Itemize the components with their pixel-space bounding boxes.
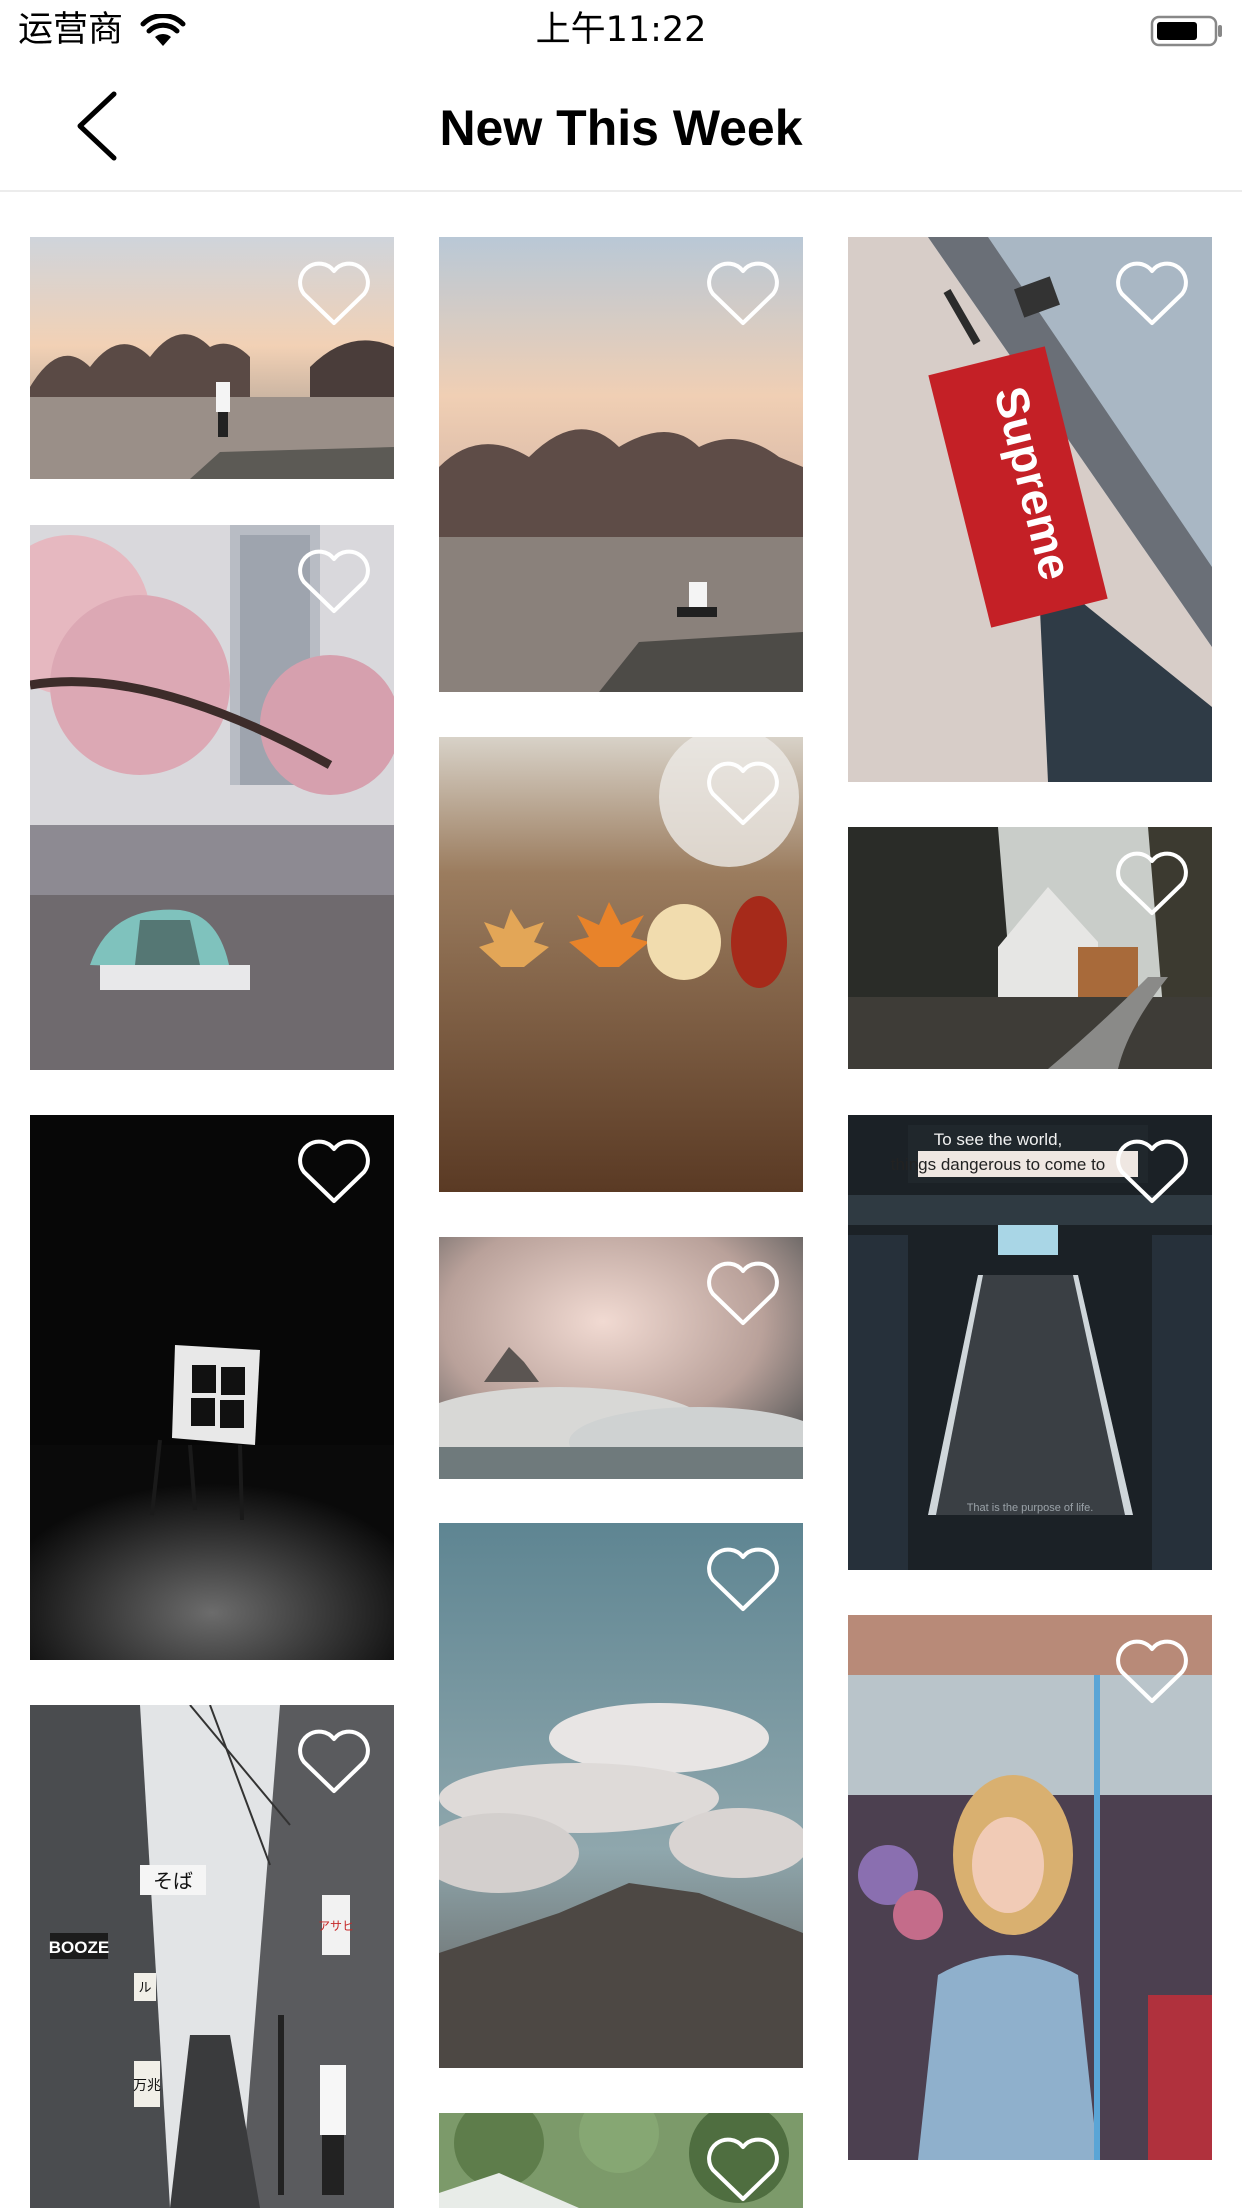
heart-outline-icon <box>707 261 779 325</box>
favorite-button[interactable] <box>705 1547 781 1613</box>
heart-outline-icon <box>298 1729 370 1793</box>
heart-outline-icon <box>298 549 370 613</box>
heart-outline-icon <box>707 1547 779 1611</box>
sign-line-2: things dangerous to come to <box>891 1155 1106 1174</box>
heart-outline-icon <box>707 761 779 825</box>
photo-card-p7[interactable] <box>439 1237 803 1479</box>
favorite-button[interactable] <box>296 1139 372 1205</box>
favorite-button[interactable] <box>705 761 781 827</box>
battery-icon <box>1150 14 1224 48</box>
status-bar: 运营商 上午11:22 <box>0 0 1242 60</box>
navigation-bar: New This Week <box>0 60 1242 192</box>
photo-card-p10[interactable]: Supreme <box>848 237 1212 782</box>
favorite-button[interactable] <box>1114 261 1190 327</box>
photo-card-p3[interactable] <box>30 1115 394 1660</box>
favorite-button[interactable] <box>296 261 372 327</box>
photo-card-p5[interactable] <box>439 237 803 692</box>
heart-outline-icon <box>1116 1639 1188 1703</box>
photo-card-p11[interactable] <box>848 827 1212 1069</box>
favorite-button[interactable] <box>705 1261 781 1327</box>
sign-soba: そば <box>153 1870 193 1893</box>
heart-outline-icon <box>707 2137 779 2201</box>
favorite-button[interactable] <box>296 549 372 615</box>
stair-text: That is the purpose of life. <box>967 1502 1094 1514</box>
photo-card-p9[interactable] <box>439 2113 803 2208</box>
favorite-button[interactable] <box>1114 1639 1190 1705</box>
sign-ru: ル <box>138 1980 151 1995</box>
photo-card-p13[interactable] <box>848 1615 1212 2160</box>
photo-card-p2[interactable] <box>30 525 394 1070</box>
heart-outline-icon <box>1116 851 1188 915</box>
sign-booze: BOOZE <box>49 1938 109 1957</box>
favorite-button[interactable] <box>1114 1139 1190 1205</box>
favorite-button[interactable] <box>1114 851 1190 917</box>
heart-outline-icon <box>298 261 370 325</box>
photo-card-p4[interactable]: そば BOOZE アサヒ 万兆 ル <box>30 1705 394 2208</box>
photo-card-p1[interactable] <box>30 237 394 479</box>
sign-line-1: To see the world, <box>934 1130 1063 1149</box>
page-title: New This Week <box>439 100 803 156</box>
status-time: 上午11:22 <box>535 10 707 50</box>
favorite-button[interactable] <box>705 2137 781 2203</box>
sign-asahi: アサヒ <box>318 1919 354 1933</box>
sign-man: 万兆 <box>133 2077 161 2093</box>
photo-card-p12[interactable]: To see the world, things dangerous to co… <box>848 1115 1212 1570</box>
favorite-button[interactable] <box>296 1729 372 1795</box>
heart-outline-icon <box>707 1261 779 1325</box>
photo-card-p8[interactable] <box>439 1523 803 2068</box>
heart-outline-icon <box>298 1139 370 1203</box>
photo-card-p6[interactable] <box>439 737 803 1192</box>
favorite-button[interactable] <box>705 261 781 327</box>
heart-outline-icon <box>1116 1139 1188 1203</box>
heart-outline-icon <box>1116 261 1188 325</box>
